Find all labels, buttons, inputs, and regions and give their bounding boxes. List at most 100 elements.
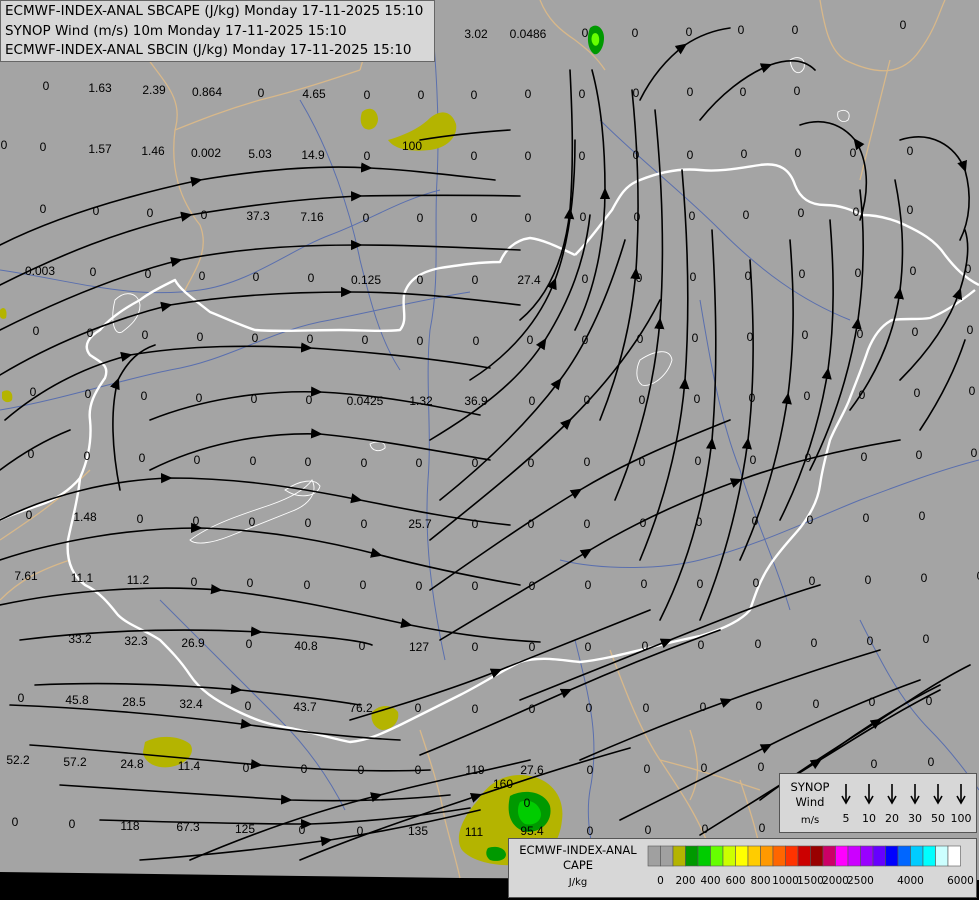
cape-color-swatch	[760, 845, 774, 867]
station-value: 0	[850, 146, 857, 160]
station-value: 0	[85, 387, 92, 401]
station-value: 0	[861, 450, 868, 464]
station-value: 0	[807, 513, 814, 527]
cape-color-swatch	[647, 845, 661, 867]
station-value: 76.2	[349, 701, 373, 715]
station-value: 0.003	[25, 264, 55, 278]
station-value: 0	[304, 578, 311, 592]
station-value: 0	[584, 517, 591, 531]
station-value: 0	[308, 271, 315, 285]
station-value: 0	[636, 271, 643, 285]
station-value: 0.0425	[347, 394, 384, 408]
title-line-cin: ECMWF-INDEX-ANAL SBCIN (J/kg) Monday 17-…	[5, 42, 412, 58]
station-value: 0	[700, 700, 707, 714]
station-value: 0	[472, 579, 479, 593]
cape-color-swatch	[835, 845, 849, 867]
station-value: 27.6	[520, 763, 544, 777]
station-value: 0	[199, 269, 206, 283]
station-value: 0	[687, 148, 694, 162]
station-value: 3.02	[464, 27, 488, 41]
cape-color-swatch	[785, 845, 799, 867]
station-value: 0	[472, 517, 479, 531]
station-value: 0	[867, 634, 874, 648]
station-value: 0	[364, 149, 371, 163]
station-value: 1.63	[88, 81, 112, 95]
station-value: 0	[193, 514, 200, 528]
cape-color-swatch	[772, 845, 786, 867]
wind-barb-arrow-icon	[887, 784, 897, 805]
cape-scale-tick: 2500	[847, 875, 874, 887]
station-value: 0	[12, 815, 19, 829]
wind-barb-arrow-icon	[933, 784, 943, 805]
wind-legend-arrows	[841, 784, 966, 805]
station-value: 0	[916, 448, 923, 462]
station-value: 0	[802, 328, 809, 342]
station-value: 0	[28, 447, 35, 461]
station-value: 0	[702, 822, 709, 836]
station-value: 125	[235, 822, 255, 836]
station-value: 0	[26, 508, 33, 522]
station-value: 36.9	[464, 394, 488, 408]
cape-color-swatch	[710, 845, 724, 867]
station-value: 0	[853, 205, 860, 219]
station-value: 0	[923, 632, 930, 646]
station-value: 0	[759, 821, 766, 835]
cape-color-swatch	[910, 845, 924, 867]
station-value: 0	[362, 333, 369, 347]
station-value: 118	[120, 819, 139, 833]
station-value: 24.8	[120, 757, 144, 771]
station-value: 0	[747, 330, 754, 344]
wind-legend-title-line2: Wind	[795, 795, 825, 809]
wind-legend-title-line1: SYNOP	[790, 780, 830, 794]
station-value: 135	[408, 824, 428, 838]
cape-color-swatch	[735, 845, 749, 867]
cape-color-swatch	[822, 845, 836, 867]
map-background	[0, 0, 979, 900]
station-value: 0	[750, 453, 757, 467]
map-title-box: ECMWF-INDEX-ANAL SBCAPE (J/kg) Monday 17…	[0, 0, 435, 62]
station-value: 0	[359, 639, 366, 653]
station-value: 0	[147, 206, 154, 220]
cape-color-swatch	[797, 845, 811, 867]
station-value: 0	[740, 85, 747, 99]
station-value: 0	[813, 697, 820, 711]
station-value: 0	[529, 394, 536, 408]
station-value: 52.2	[6, 753, 30, 767]
station-value: 0	[900, 18, 907, 32]
title-line-wind: SYNOP Wind (m/s) 10m Monday 17-11-2025 1…	[5, 22, 347, 39]
station-value: 27.4	[517, 273, 541, 287]
station-value: 0	[1, 138, 8, 152]
station-value: 0	[697, 577, 704, 591]
station-value: 0	[528, 456, 535, 470]
station-value: 1.57	[88, 142, 112, 156]
station-value: 0	[689, 209, 696, 223]
station-value: 11.1	[71, 571, 94, 585]
station-value: 32.4	[179, 697, 203, 711]
station-value: 26.9	[181, 636, 205, 650]
station-value: 0	[307, 332, 314, 346]
station-value: 0	[743, 208, 750, 222]
station-value: 0	[869, 695, 876, 709]
wind-speed-label: 100	[950, 812, 972, 825]
station-value: 0	[587, 824, 594, 838]
wind-legend: SYNOP Wind m/s 5 10 20 30 50 100	[779, 773, 977, 833]
station-value: 0	[93, 204, 100, 218]
station-value: 0	[299, 823, 306, 837]
station-value: 0	[633, 148, 640, 162]
station-value: 0	[792, 23, 799, 37]
station-value: 0	[587, 763, 594, 777]
station-value: 0	[643, 701, 650, 715]
station-value: 0	[246, 637, 253, 651]
station-value: 32.3	[124, 634, 148, 648]
station-value: 0	[580, 210, 587, 224]
station-value: 0	[361, 517, 368, 531]
station-value: 0	[251, 392, 258, 406]
station-value: 28.5	[122, 695, 146, 709]
station-value: 0	[245, 699, 252, 713]
station-value: 57.2	[63, 755, 87, 769]
station-value: 37.3	[246, 209, 270, 223]
station-value: 0	[579, 149, 586, 163]
cape-color-swatch	[747, 845, 761, 867]
station-value: 1.48	[73, 510, 97, 524]
station-value: 0	[197, 330, 204, 344]
